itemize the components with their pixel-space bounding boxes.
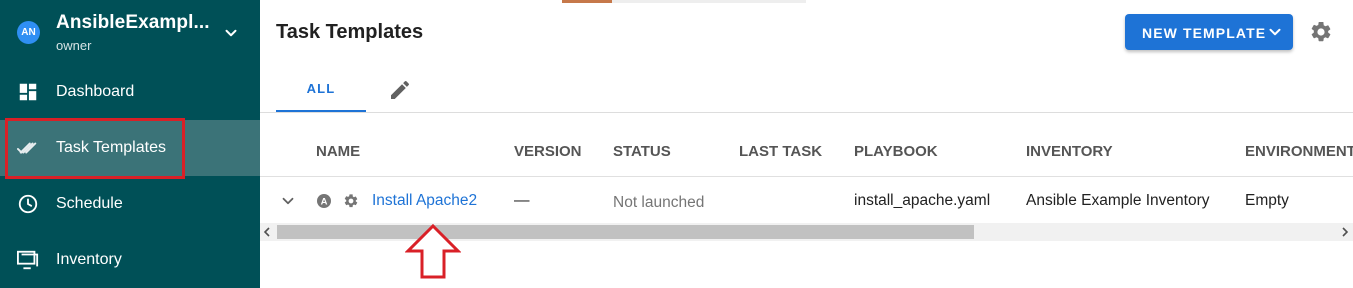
project-switcher[interactable]: AN AnsibleExampl... owner <box>0 0 260 64</box>
cell-status: Not launched <box>613 194 705 211</box>
dashboard-icon <box>19 83 37 101</box>
scroll-left-arrow-icon[interactable] <box>262 227 272 237</box>
chevron-down-icon <box>1269 28 1281 36</box>
column-header-inventory[interactable]: INVENTORY <box>1026 143 1113 160</box>
project-name: AnsibleExampl... <box>56 12 210 33</box>
column-header-environment[interactable]: ENVIRONMENT <box>1245 143 1353 160</box>
sidebar-item-label: Inventory <box>56 251 122 268</box>
cell-environment: Empty <box>1245 192 1289 209</box>
clock-icon <box>18 194 38 214</box>
sidebar-item-inventory[interactable]: Inventory <box>0 232 260 288</box>
app-initial: A <box>321 197 328 208</box>
tab-all-label: ALL <box>306 81 336 96</box>
template-name-link[interactable]: Install Apache2 <box>372 192 477 210</box>
column-header-last-task[interactable]: LAST TASK <box>739 143 822 160</box>
project-avatar: AN <box>17 21 40 44</box>
sidebar-item-dashboard[interactable]: Dashboard <box>0 64 260 120</box>
top-progress-strip <box>562 0 806 3</box>
project-role: owner <box>56 38 92 53</box>
cell-version: — <box>514 192 530 209</box>
cell-inventory: Ansible Example Inventory <box>1026 192 1210 209</box>
red-up-arrow-annotation <box>405 224 461 279</box>
settings-gear-icon[interactable] <box>1309 20 1333 44</box>
ansible-app-icon: A <box>317 194 331 208</box>
column-header-status[interactable]: STATUS <box>613 143 671 160</box>
sidebar-item-schedule[interactable]: Schedule <box>0 176 260 232</box>
monitor-icon <box>17 250 39 270</box>
scrollbar-thumb[interactable] <box>277 225 974 239</box>
tabs-divider <box>260 112 1353 113</box>
table-header-divider <box>260 176 1353 177</box>
new-template-label: NEW TEMPLATE <box>1142 25 1267 41</box>
scroll-right-arrow-icon[interactable] <box>1340 227 1350 237</box>
sidebar-item-label: Schedule <box>56 195 123 212</box>
column-header-name[interactable]: NAME <box>316 143 360 160</box>
cell-playbook: install_apache.yaml <box>854 192 991 209</box>
page-title: Task Templates <box>276 21 424 43</box>
highlight-box <box>5 118 185 179</box>
chevron-down-icon[interactable] <box>222 24 240 42</box>
template-settings-icon[interactable] <box>343 193 359 209</box>
column-header-playbook[interactable]: PLAYBOOK <box>854 143 938 160</box>
expand-chevron-icon[interactable] <box>279 192 297 210</box>
new-template-button[interactable]: NEW TEMPLATE <box>1125 14 1293 50</box>
tab-all[interactable]: ALL <box>276 68 366 112</box>
sidebar-item-label: Dashboard <box>56 83 135 100</box>
pencil-icon[interactable] <box>388 78 412 102</box>
column-header-version[interactable]: VERSION <box>514 143 582 160</box>
